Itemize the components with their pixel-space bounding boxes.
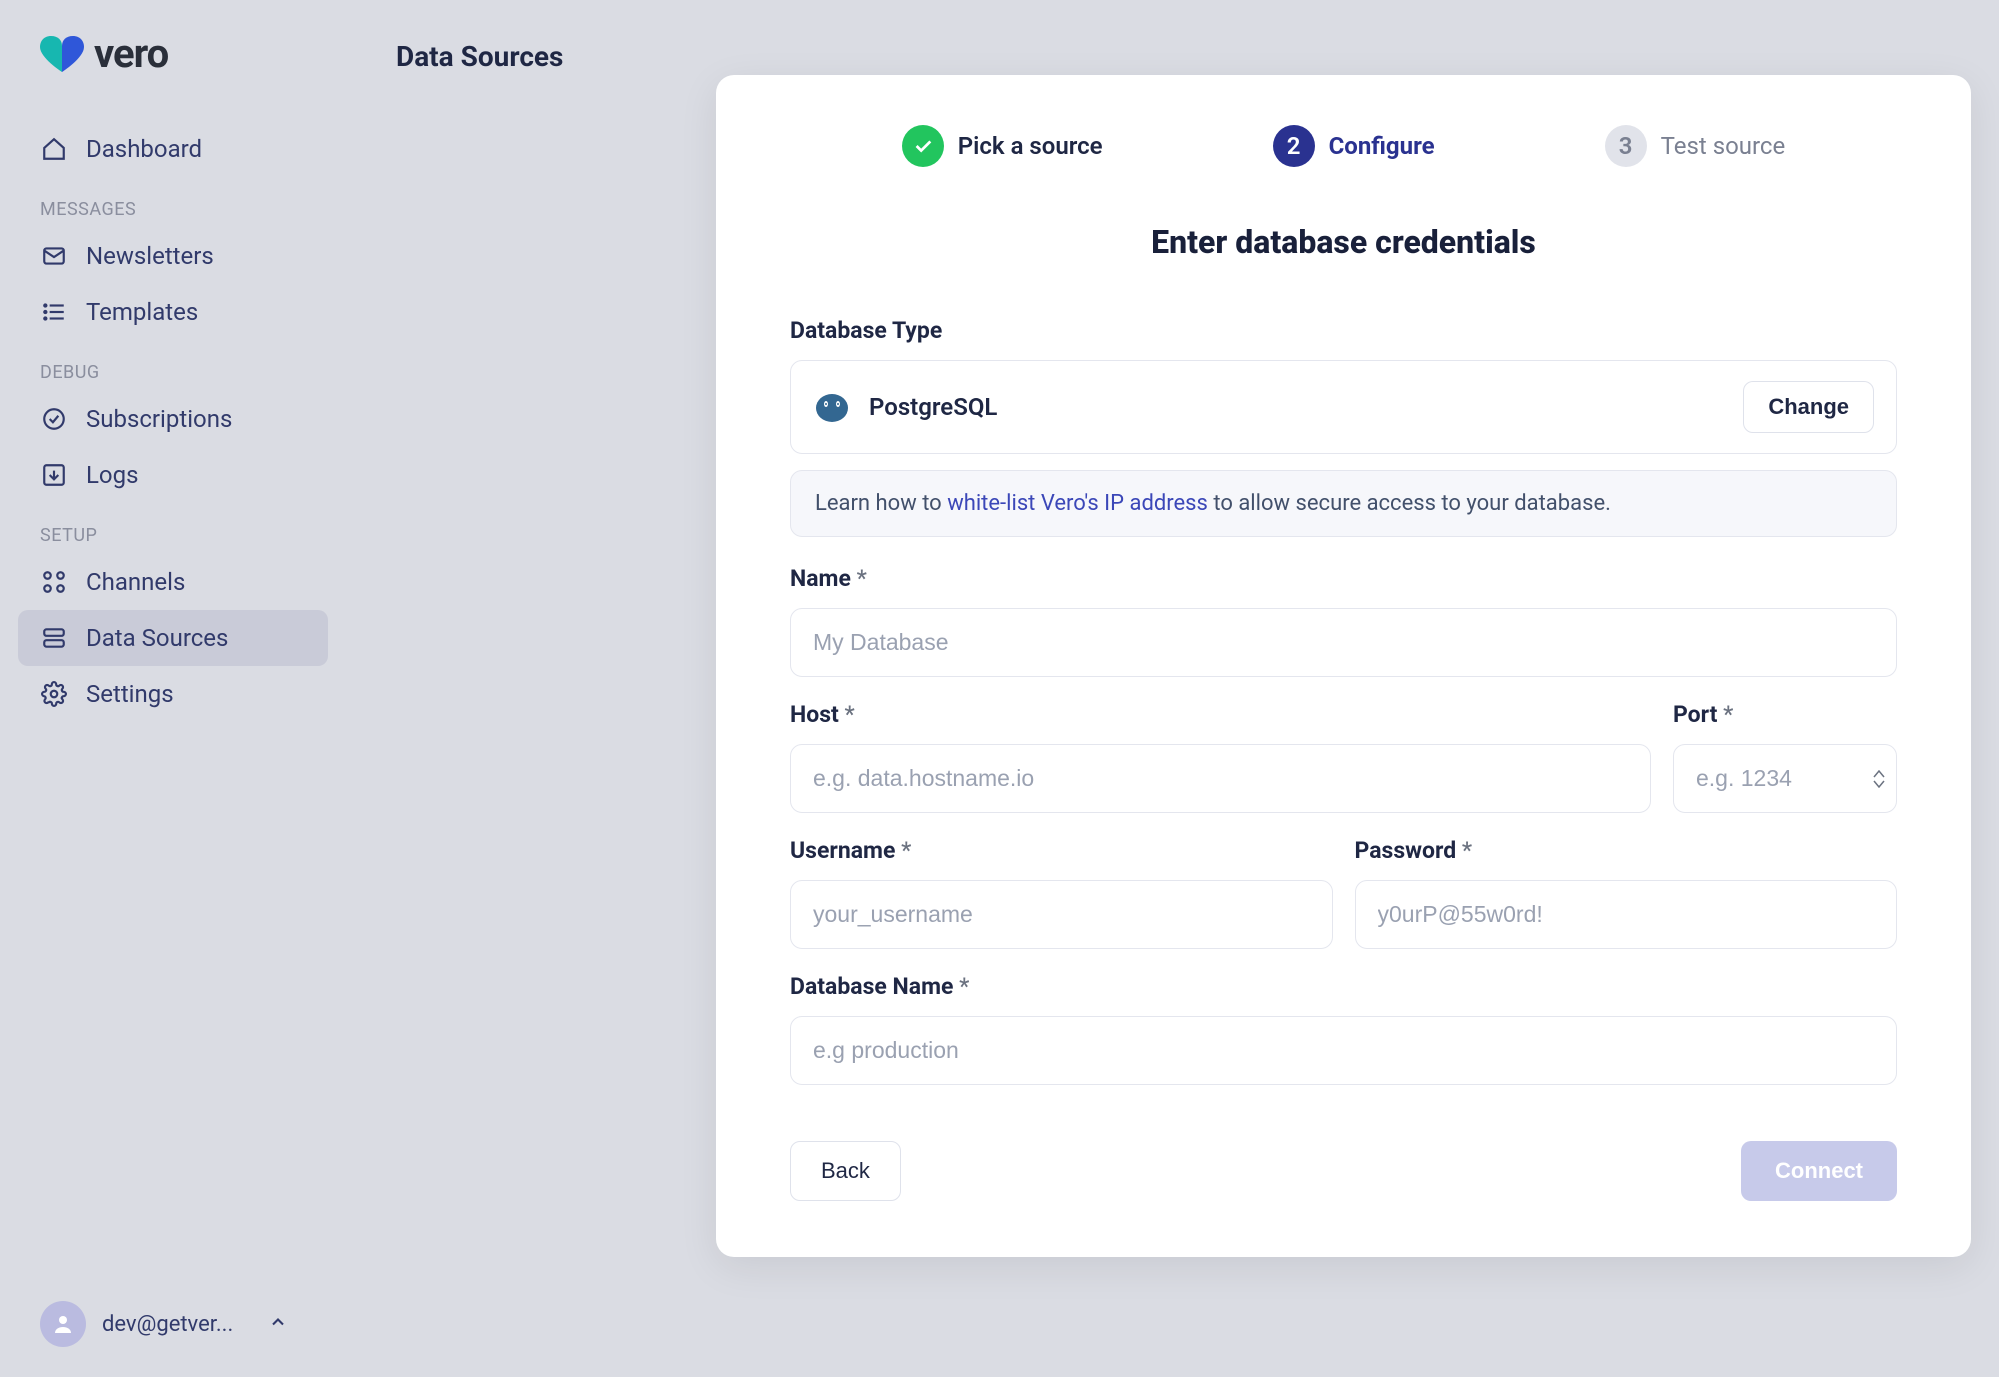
name-input[interactable] [790, 608, 1897, 677]
brand-name: vero [94, 30, 168, 77]
arrow-square-icon [40, 461, 68, 489]
sidebar-item-label: Settings [86, 680, 174, 708]
section-setup: SETUP [18, 503, 328, 554]
postgresql-icon [813, 388, 851, 426]
sidebar-item-label: Channels [86, 568, 185, 596]
sidebar-item-label: Data Sources [86, 624, 228, 652]
step-number: 3 [1605, 125, 1647, 167]
step-label: Configure [1329, 132, 1435, 160]
sidebar-item-settings[interactable]: Settings [18, 666, 328, 722]
database-icon [40, 624, 68, 652]
dbname-label: Database Name * [790, 973, 1897, 1000]
user-menu[interactable]: dev@getver... [18, 1291, 328, 1357]
sidebar-item-label: Newsletters [86, 242, 214, 270]
avatar [40, 1301, 86, 1347]
mail-icon [40, 242, 68, 270]
password-label: Password * [1355, 837, 1898, 864]
home-icon [40, 135, 68, 163]
sidebar-item-subscriptions[interactable]: Subscriptions [18, 391, 328, 447]
section-messages: MESSAGES [18, 177, 328, 228]
sidebar-item-label: Logs [86, 461, 138, 489]
sidebar-item-newsletters[interactable]: Newsletters [18, 228, 328, 284]
channels-icon [40, 568, 68, 596]
info-post: to allow secure access to your database. [1208, 491, 1611, 516]
name-label: Name * [790, 565, 1897, 592]
chevron-up-icon [268, 1312, 288, 1336]
check-icon [902, 125, 944, 167]
username-label: Username * [790, 837, 1333, 864]
sidebar-item-label: Dashboard [86, 135, 202, 163]
port-input[interactable] [1673, 744, 1897, 813]
host-input[interactable] [790, 744, 1651, 813]
change-db-type-button[interactable]: Change [1743, 381, 1874, 433]
step-label: Test source [1661, 132, 1786, 160]
list-icon [40, 298, 68, 326]
sidebar-item-label: Subscriptions [86, 405, 232, 433]
back-button[interactable]: Back [790, 1141, 901, 1201]
db-type-name: PostgreSQL [869, 393, 1725, 421]
step-label: Pick a source [958, 132, 1103, 160]
gear-icon [40, 680, 68, 708]
port-label: Port * [1673, 701, 1897, 728]
info-pre: Learn how to [815, 491, 947, 516]
db-type-row: PostgreSQL Change [790, 360, 1897, 454]
username-input[interactable] [790, 880, 1333, 949]
number-stepper-icon[interactable] [1873, 770, 1885, 788]
dbname-input[interactable] [790, 1016, 1897, 1085]
check-circle-icon [40, 405, 68, 433]
sidebar: vero Dashboard MESSAGES Newsletters Temp… [0, 0, 346, 1377]
whitelist-info-banner: Learn how to white-list Vero's IP addres… [790, 470, 1897, 537]
step-pick-source: Pick a source [902, 125, 1103, 167]
user-email: dev@getver... [102, 1312, 252, 1337]
db-type-label: Database Type [790, 317, 1897, 344]
configure-modal: Pick a source 2 Configure 3 Test source … [716, 75, 1971, 1257]
page-title: Data Sources [396, 40, 1949, 73]
section-debug: DEBUG [18, 340, 328, 391]
sidebar-item-logs[interactable]: Logs [18, 447, 328, 503]
host-label: Host * [790, 701, 1651, 728]
heart-icon [40, 36, 84, 72]
sidebar-item-channels[interactable]: Channels [18, 554, 328, 610]
stepper: Pick a source 2 Configure 3 Test source [790, 125, 1897, 167]
sidebar-item-data-sources[interactable]: Data Sources [18, 610, 328, 666]
step-number: 2 [1273, 125, 1315, 167]
sidebar-item-label: Templates [86, 298, 198, 326]
connect-button[interactable]: Connect [1741, 1141, 1897, 1201]
modal-title: Enter database credentials [790, 223, 1897, 261]
whitelist-link[interactable]: white-list Vero's IP address [947, 491, 1208, 516]
main-content: Data Sources Add Data Source es by ted P… [346, 0, 1999, 1377]
password-input[interactable] [1355, 880, 1898, 949]
sidebar-item-dashboard[interactable]: Dashboard [18, 121, 328, 177]
brand-logo: vero [40, 30, 328, 77]
step-test-source: 3 Test source [1605, 125, 1786, 167]
sidebar-item-templates[interactable]: Templates [18, 284, 328, 340]
step-configure: 2 Configure [1273, 125, 1435, 167]
